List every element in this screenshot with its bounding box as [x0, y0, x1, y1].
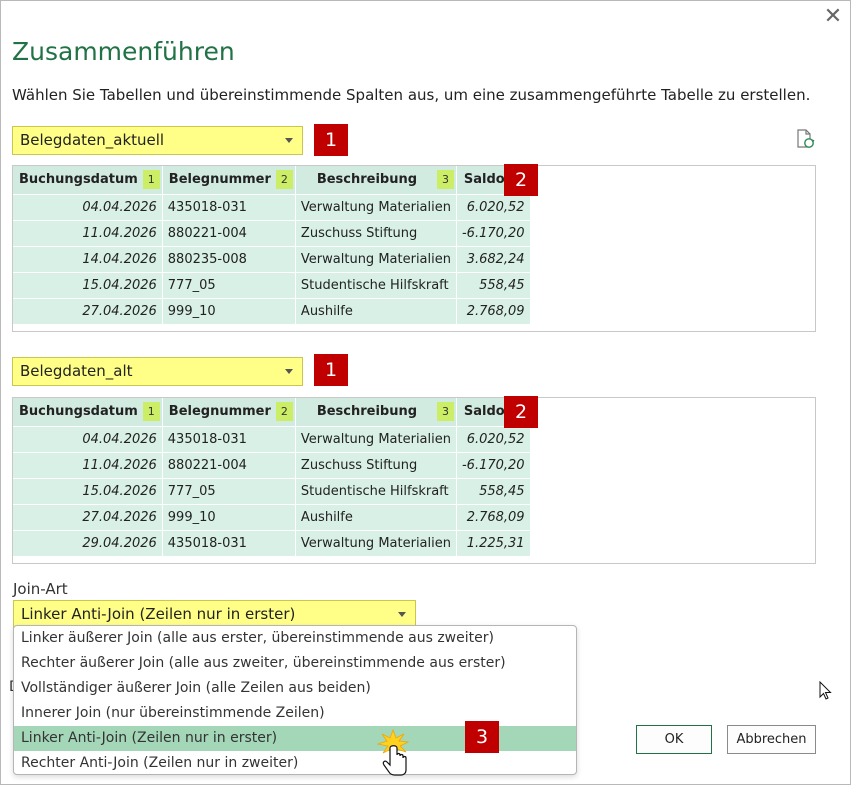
table2-grid: Buchungsdatum 1 Belegnummer 2 Beschreibung… [13, 398, 531, 556]
join-option-right-outer[interactable]: Rechter äußerer Join (alle aus zweiter, … [14, 651, 576, 676]
ok-button[interactable]: OK [636, 725, 712, 754]
cell-beschreibung: Studentische Hilfskraft [295, 477, 457, 504]
cell-belegnummer: 999_10 [162, 503, 296, 530]
table-row: 04.04.2026 435018-031 Verwaltung Materia… [13, 193, 531, 220]
cell-saldo: 558,45 [456, 271, 531, 298]
cell-date: 15.04.2026 [13, 477, 163, 504]
cell-saldo: 558,45 [456, 477, 531, 504]
cell-saldo: 2.768,09 [456, 503, 531, 530]
cell-date: 27.04.2026 [13, 503, 163, 530]
cell-beschreibung: Verwaltung Materialien [295, 425, 457, 452]
cell-belegnummer: 880221-004 [162, 451, 296, 478]
table-row: 15.04.2026 777_05 Studentische Hilfskraf… [13, 477, 531, 504]
cell-saldo: 1.225,31 [456, 529, 531, 556]
cell-saldo: 3.682,24 [456, 245, 531, 272]
table2-preview: Buchungsdatum 1 Belegnummer 2 Beschreibung… [12, 397, 816, 564]
close-icon[interactable]: ✕ [821, 5, 845, 29]
table-row: 27.04.2026 999_10 Aushilfe 2.768,09 [13, 297, 531, 324]
badge-table2-select: 1 [314, 354, 348, 386]
dialog-title: Zusammenführen [12, 37, 235, 66]
table1-select-value: Belegdaten_aktuell [20, 131, 165, 149]
cell-date: 04.04.2026 [13, 193, 163, 220]
cell-date: 11.04.2026 [13, 219, 163, 246]
table2-select-value: Belegdaten_alt [20, 362, 133, 380]
table-row: 29.04.2026 435018-031 Verwaltung Materia… [13, 529, 531, 556]
cell-belegnummer: 880235-008 [162, 245, 296, 272]
chevron-down-icon [398, 612, 406, 617]
column-header-beschreibung[interactable]: Beschreibung 3 [295, 398, 457, 426]
cell-saldo: 2.768,09 [456, 297, 531, 324]
merge-dialog: ✕ Zusammenführen Wählen Sie Tabellen und… [0, 0, 851, 785]
column-header-buchungsdatum[interactable]: Buchungsdatum 1 [13, 166, 163, 194]
table-row: 27.04.2026 999_10 Aushilfe 2.768,09 [13, 503, 531, 530]
cell-belegnummer: 777_05 [162, 477, 296, 504]
join-option-full-outer[interactable]: Vollständiger äußerer Join (alle Zeilen … [14, 676, 576, 701]
cell-belegnummer: 435018-031 [162, 529, 296, 556]
cell-beschreibung: Verwaltung Materialien [295, 245, 457, 272]
cell-date: 27.04.2026 [13, 297, 163, 324]
table1-grid: Buchungsdatum 1 Belegnummer 2 Beschreibung… [13, 166, 531, 324]
cell-belegnummer: 999_10 [162, 297, 296, 324]
column-header-buchungsdatum[interactable]: Buchungsdatum 1 [13, 398, 163, 426]
cell-saldo: -6.170,20 [456, 451, 531, 478]
cell-belegnummer: 880221-004 [162, 219, 296, 246]
cell-beschreibung: Verwaltung Materialien [295, 529, 457, 556]
join-type-label: Join-Art [13, 580, 68, 598]
mouse-pointer-icon [819, 681, 832, 700]
join-type-select-value: Linker Anti-Join (Zeilen nur in erster) [21, 605, 296, 623]
column-header-belegnummer[interactable]: Belegnummer 2 [162, 166, 296, 194]
refresh-preview-icon[interactable] [794, 128, 816, 150]
hand-pointer-icon [376, 728, 410, 776]
badge-table1-select: 1 [314, 124, 348, 156]
table-row: 11.04.2026 880221-004 Zuschuss Stiftung … [13, 451, 531, 478]
cell-date: 29.04.2026 [13, 529, 163, 556]
badge-table1-columns: 2 [504, 164, 538, 196]
cell-beschreibung: Aushilfe [295, 503, 457, 530]
table-row: 11.04.2026 880221-004 Zuschuss Stiftung … [13, 219, 531, 246]
cell-saldo: -6.170,20 [456, 219, 531, 246]
cell-saldo: 6.020,52 [456, 425, 531, 452]
table-row: 14.04.2026 880235-008 Verwaltung Materia… [13, 245, 531, 272]
cell-beschreibung: Zuschuss Stiftung [295, 451, 457, 478]
chevron-down-icon [285, 369, 293, 374]
join-option-right-anti[interactable]: Rechter Anti-Join (Zeilen nur in zweiter… [14, 751, 576, 776]
cell-saldo: 6.020,52 [456, 193, 531, 220]
cell-date: 15.04.2026 [13, 271, 163, 298]
cell-belegnummer: 435018-031 [162, 425, 296, 452]
cell-beschreibung: Aushilfe [295, 297, 457, 324]
cell-belegnummer: 435018-031 [162, 193, 296, 220]
table1-preview: Buchungsdatum 1 Belegnummer 2 Beschreibung… [12, 165, 816, 332]
dialog-subtitle: Wählen Sie Tabellen und übereinstimmende… [12, 86, 811, 104]
table2-select[interactable]: Belegdaten_alt [12, 357, 303, 386]
join-option-left-outer[interactable]: Linker äußerer Join (alle aus erster, üb… [14, 626, 576, 651]
badge-join-option: 3 [465, 721, 499, 753]
column-header-beschreibung[interactable]: Beschreibung 3 [295, 166, 457, 194]
table-row: 15.04.2026 777_05 Studentische Hilfskraf… [13, 271, 531, 298]
cell-beschreibung: Zuschuss Stiftung [295, 219, 457, 246]
column-header-belegnummer[interactable]: Belegnummer 2 [162, 398, 296, 426]
cell-beschreibung: Verwaltung Materialien [295, 193, 457, 220]
table1-select[interactable]: Belegdaten_aktuell [12, 126, 303, 155]
cell-date: 04.04.2026 [13, 425, 163, 452]
cell-beschreibung: Studentische Hilfskraft [295, 271, 457, 298]
cell-date: 11.04.2026 [13, 451, 163, 478]
table-row: 04.04.2026 435018-031 Verwaltung Materia… [13, 425, 531, 452]
cancel-button[interactable]: Abbrechen [727, 725, 816, 754]
cell-belegnummer: 777_05 [162, 271, 296, 298]
cell-date: 14.04.2026 [13, 245, 163, 272]
chevron-down-icon [285, 138, 293, 143]
badge-table2-columns: 2 [504, 396, 538, 428]
